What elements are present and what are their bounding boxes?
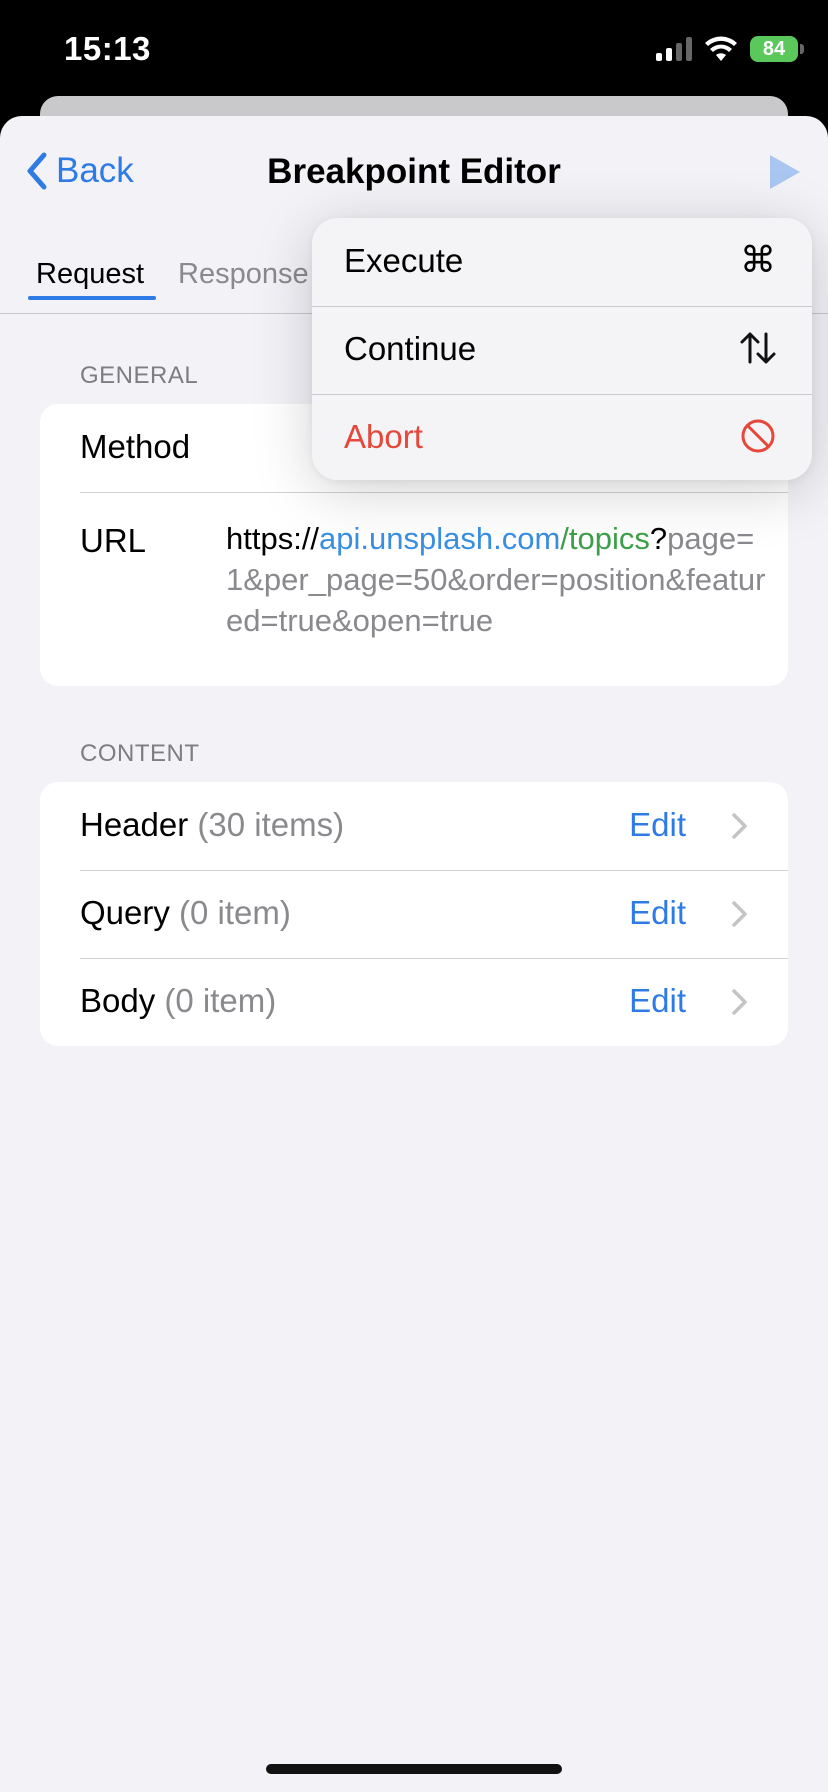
edit-header-button[interactable]: Edit: [629, 806, 686, 844]
menu-item-abort[interactable]: Abort: [312, 394, 812, 480]
status-icons: 84: [656, 34, 804, 64]
url-value: https://api.unsplash.com/topics?page=1&p…: [226, 518, 766, 641]
wifi-icon: [705, 36, 737, 61]
play-icon[interactable]: [764, 152, 804, 192]
content-row-header[interactable]: Header (30 items) Edit: [40, 782, 788, 870]
section-label-content: CONTENT: [80, 740, 200, 767]
content-row-body[interactable]: Body (0 item) Edit: [40, 958, 788, 1046]
page-title: Breakpoint Editor: [267, 152, 561, 191]
action-menu: Execute ⌘ Continue Abort: [312, 218, 812, 480]
content-group: Header (30 items) Edit Query (0 item) Ed…: [40, 782, 788, 1046]
divider: [80, 492, 788, 493]
chevron-right-icon: [732, 813, 747, 839]
row-count: (0 item): [164, 982, 277, 1019]
status-bar: 15:13 84: [0, 0, 828, 100]
edit-body-button[interactable]: Edit: [629, 982, 686, 1020]
menu-label: Continue: [344, 330, 477, 367]
row-count: (0 item): [179, 894, 291, 931]
home-indicator: [266, 1764, 562, 1774]
row-label: Body (0 item): [80, 982, 276, 1020]
cellular-signal-icon: [656, 37, 692, 61]
url-label: URL: [80, 522, 147, 559]
section-label-general: GENERAL: [80, 362, 199, 389]
row-name: Query: [80, 894, 170, 931]
url-host: api.unsplash.com: [319, 521, 561, 556]
url-scheme: https://: [226, 521, 320, 556]
prohibited-icon: [741, 419, 775, 453]
menu-item-execute[interactable]: Execute ⌘: [312, 218, 812, 306]
row-count: (30 items): [197, 806, 345, 843]
row-name: Header: [80, 806, 189, 843]
up-down-arrows-icon: [740, 332, 776, 364]
navigation-bar: Back Breakpoint Editor: [0, 116, 828, 226]
row-name: Body: [80, 982, 156, 1019]
url-path: /topics: [560, 521, 650, 556]
content-row-query[interactable]: Query (0 item) Edit: [40, 870, 788, 958]
row-label: Query (0 item): [80, 894, 291, 932]
url-qmark: ?: [649, 521, 668, 556]
battery-level: 84: [762, 37, 786, 60]
row-label: Header (30 items): [80, 806, 344, 844]
tab-response[interactable]: Response: [178, 258, 309, 291]
edit-query-button[interactable]: Edit: [629, 894, 686, 932]
status-time: 15:13: [64, 30, 151, 67]
battery-icon: 84: [750, 36, 804, 62]
chevron-right-icon: [732, 989, 747, 1015]
menu-label: Execute: [344, 242, 464, 279]
menu-label: Abort: [344, 418, 423, 455]
chevron-right-icon: [732, 901, 747, 927]
command-icon: ⌘: [740, 239, 776, 280]
active-tab-indicator: [28, 296, 156, 300]
menu-item-continue[interactable]: Continue: [312, 306, 812, 394]
tab-request[interactable]: Request: [36, 258, 144, 291]
